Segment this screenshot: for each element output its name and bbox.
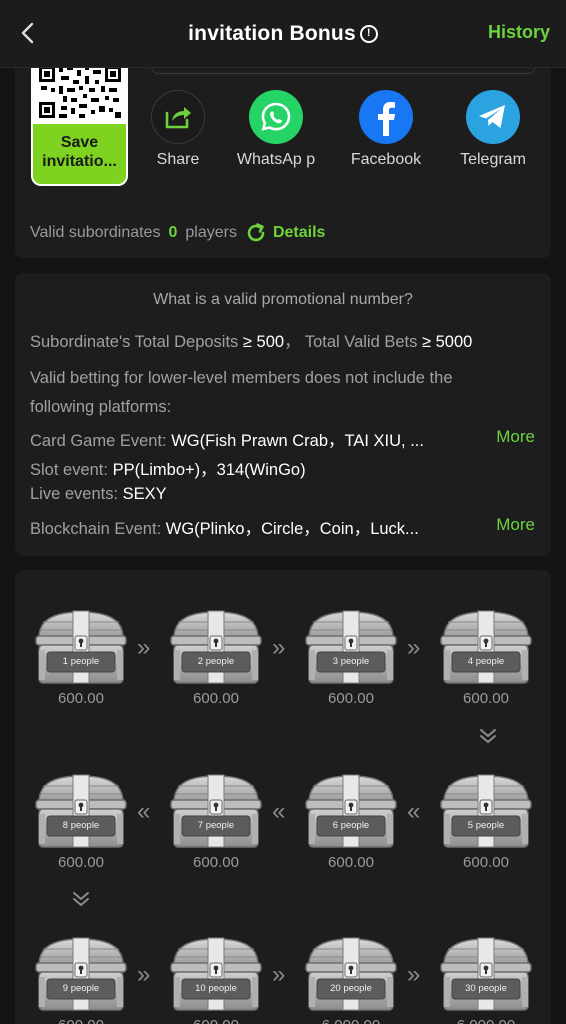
chevron-down-double-icon xyxy=(479,728,497,749)
reward-chest[interactable]: 30 people xyxy=(438,935,534,1013)
valid-subordinates-count: 0 xyxy=(168,224,178,241)
reward-chest[interactable]: 3 people xyxy=(303,608,399,686)
blockchain-line: Blockchain Event: WG(Plinko，Circle，Coin，… xyxy=(30,515,419,539)
chest-amount: 6,000.00 xyxy=(438,1017,534,1024)
chevron-right-double-icon: » xyxy=(407,961,421,988)
page-title-text: invitation Bonus xyxy=(188,21,356,45)
live-line: Live events: SEXY xyxy=(30,485,167,504)
chest-people-label: 30 people xyxy=(465,983,507,994)
reward-chest[interactable]: 1 people xyxy=(33,608,129,686)
bets-label: Total Valid Bets xyxy=(304,333,418,351)
chest-people-label: 10 people xyxy=(195,983,237,994)
chest-people-label: 6 people xyxy=(332,820,370,831)
chest-amount: 600.00 xyxy=(328,690,374,707)
chevron-left-double-icon: « xyxy=(137,798,151,825)
telegram-button[interactable]: Telegram xyxy=(443,90,543,169)
share-icon xyxy=(151,90,205,144)
reward-chest[interactable]: 10 people xyxy=(168,935,264,1013)
qr-code-card: Save invitatio... xyxy=(31,58,128,186)
page-title: invitation Bonus ! xyxy=(188,22,378,46)
chevron-right-double-icon: » xyxy=(272,961,286,988)
note-line-1: Valid betting for lower-level members do… xyxy=(30,369,453,387)
deposit-value: ≥ 500 xyxy=(242,333,285,351)
telegram-icon xyxy=(466,90,520,144)
chest-people-label: 1 people xyxy=(62,656,100,667)
refresh-icon[interactable] xyxy=(245,222,267,244)
blockchain-more-link[interactable]: More xyxy=(496,515,535,535)
chevron-down-double-icon xyxy=(72,891,90,912)
chest-amount: 600.00 xyxy=(328,854,374,871)
chest-amount: 600.00 xyxy=(193,854,239,871)
card-game-more-link[interactable]: More xyxy=(496,427,535,447)
share-button[interactable]: Share xyxy=(128,90,228,169)
chest-amount: 6,000.00 xyxy=(303,1017,399,1024)
slot-label: Slot event: xyxy=(30,461,108,479)
live-value: SEXY xyxy=(122,485,167,503)
chevron-right-double-icon: » xyxy=(272,634,286,661)
whatsapp-label: WhatsAp p xyxy=(236,151,316,168)
chevron-left-double-icon: « xyxy=(407,798,421,825)
chest-people-label: 20 people xyxy=(330,983,372,994)
facebook-label: Facebook xyxy=(350,151,422,168)
live-label: Live events: xyxy=(30,485,119,503)
chest-people-label: 8 people xyxy=(62,820,100,831)
facebook-icon xyxy=(359,90,413,144)
chest-people-label: 4 people xyxy=(467,656,505,667)
slot-value: PP(Limbo+)，314(WinGo) xyxy=(112,461,306,479)
chest-amount: 600.00 xyxy=(58,690,104,707)
details-link[interactable]: Details xyxy=(273,224,325,242)
blockchain-label: Blockchain Event: xyxy=(30,520,162,538)
qr-code xyxy=(39,66,121,118)
deposit-label: Subordinate's Total Deposits xyxy=(30,333,239,351)
chest-amount: 600.00 xyxy=(58,854,104,871)
reward-chest[interactable]: 5 people xyxy=(438,772,534,850)
chest-people-label: 2 people xyxy=(197,656,235,667)
promo-rules-card: What is a valid promotional number? Subo… xyxy=(15,273,551,556)
requirement-line: Subordinate's Total Deposits ≥ 500， Tota… xyxy=(30,333,473,351)
whatsapp-icon xyxy=(249,90,303,144)
reward-chest[interactable]: 6 people xyxy=(303,772,399,850)
invite-share-card: Save invitatio... Share WhatsAp p Facebo… xyxy=(15,58,551,258)
blockchain-value: WG(Plinko，Circle，Coin，Luck... xyxy=(165,520,419,538)
chevron-right-double-icon: » xyxy=(137,961,151,988)
chest-people-label: 9 people xyxy=(62,983,100,994)
chest-amount: 600.00 xyxy=(33,1017,129,1024)
reward-chest[interactable]: 8 people xyxy=(33,772,129,850)
info-icon[interactable]: ! xyxy=(359,24,378,43)
back-icon[interactable] xyxy=(14,20,40,46)
facebook-button[interactable]: Facebook xyxy=(336,90,436,169)
chest-people-label: 3 people xyxy=(332,656,370,667)
card-game-label: Card Game Event: xyxy=(30,432,167,450)
reward-chest[interactable]: 4 people xyxy=(438,608,534,686)
reward-chest[interactable]: 20 people xyxy=(303,935,399,1013)
note-line-2: following platforms: xyxy=(30,398,172,416)
bets-value: ≥ 5000 xyxy=(421,333,473,351)
history-link[interactable]: History xyxy=(488,22,550,43)
telegram-label: Telegram xyxy=(460,151,526,168)
chest-amount: 600.00 xyxy=(463,690,509,707)
valid-subordinates-unit: players xyxy=(185,224,237,241)
valid-subordinates-label: Valid subordinates xyxy=(30,224,161,241)
chevron-right-double-icon: » xyxy=(407,634,421,661)
whatsapp-button[interactable]: WhatsAp p xyxy=(226,90,326,169)
reward-chest[interactable]: 7 people xyxy=(168,772,264,850)
promo-rules-title: What is a valid promotional number? xyxy=(153,291,413,308)
chest-amount: 600.00 xyxy=(193,690,239,707)
slot-line: Slot event: PP(Limbo+)，314(WinGo) xyxy=(30,456,306,480)
share-label: Share xyxy=(156,151,200,168)
chest-people-label: 7 people xyxy=(197,820,235,831)
reward-chests-card: 1 people 600.00 2 people 600.00 3 people… xyxy=(15,570,551,1024)
card-game-line: Card Game Event: WG(Fish Prawn Crab，TAI … xyxy=(30,427,424,451)
chevron-left-double-icon: « xyxy=(272,798,286,825)
header: invitation Bonus ! History xyxy=(0,0,566,68)
chest-amount: 600.00 xyxy=(463,854,509,871)
valid-subordinates-row: Valid subordinates 0 players Details xyxy=(30,222,325,244)
save-invitation-button[interactable]: Save invitatio... xyxy=(33,124,126,184)
card-game-value: WG(Fish Prawn Crab，TAI XIU, ... xyxy=(171,432,424,450)
reward-chest[interactable]: 9 people xyxy=(33,935,129,1013)
reward-chest[interactable]: 2 people xyxy=(168,608,264,686)
chevron-right-double-icon: » xyxy=(137,634,151,661)
chest-amount: 600.00 xyxy=(168,1017,264,1024)
chest-people-label: 5 people xyxy=(467,820,505,831)
